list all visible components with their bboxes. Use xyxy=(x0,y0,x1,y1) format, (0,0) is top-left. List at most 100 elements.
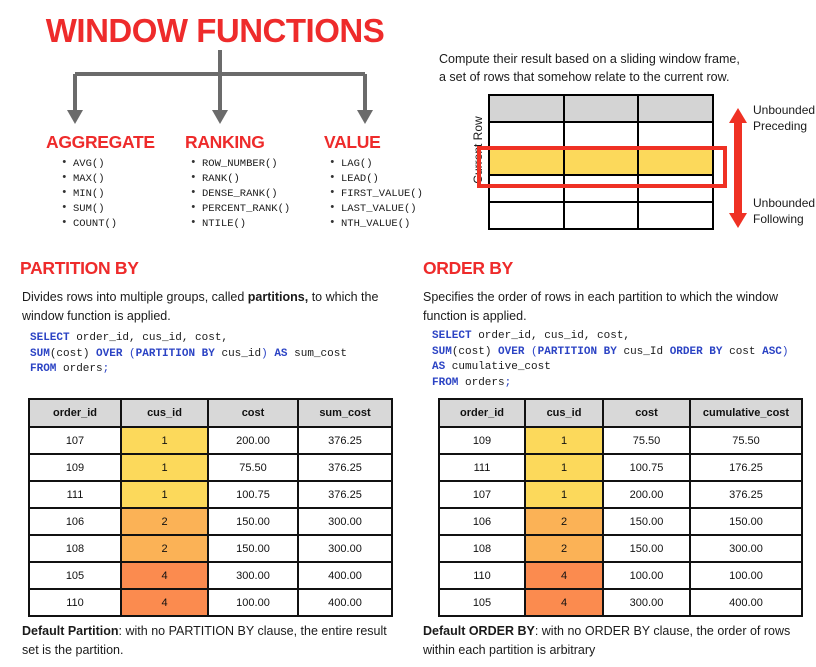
function-list-value: LAG() LEAD() FIRST_VALUE() LAST_VALUE() … xyxy=(324,156,423,232)
cell-cus-id: 4 xyxy=(524,561,604,590)
cell-order-id: 107 xyxy=(438,480,526,509)
description-order-by: Specifies the order of rows in each part… xyxy=(423,290,779,323)
cell-cus-id: 2 xyxy=(120,507,209,536)
cell-cost: 200.00 xyxy=(602,480,691,509)
cell-cus-id: 1 xyxy=(120,426,209,455)
footer-default-partition: Default Partition: with no PARTITION BY … xyxy=(22,622,392,660)
sql-keyword-from: FROM xyxy=(432,376,459,389)
cell-order-id: 111 xyxy=(438,453,526,482)
sql-keyword-select: SELECT xyxy=(30,332,70,344)
cell-order-id: 108 xyxy=(28,534,122,563)
list-item: SUM() xyxy=(46,201,155,217)
cell-cumulative-cost: 376.25 xyxy=(689,480,803,509)
grid-cell xyxy=(564,96,640,121)
cell-cus-id: 2 xyxy=(120,534,209,563)
sql-semicolon: ; xyxy=(504,376,512,389)
cell-cumulative-cost: 176.25 xyxy=(689,453,803,482)
sql-snippet-partition-by: SELECT order_id, cus_id, cost, SUM(cost)… xyxy=(30,332,347,375)
table-row: 107 1 200.00 376.25 xyxy=(438,480,803,509)
desc-partition-pre: Divides rows into multiple groups, calle… xyxy=(22,290,248,304)
list-item: NTILE() xyxy=(185,216,290,232)
heading-partition-by: PARTITION BY xyxy=(20,258,139,278)
cell-cost: 300.00 xyxy=(602,588,691,617)
frame-description-line-1: Compute their result based on a sliding … xyxy=(439,52,740,66)
sql-keyword-over: OVER xyxy=(96,347,123,360)
description-partition-by: Divides rows into multiple groups, calle… xyxy=(22,288,382,326)
category-title-ranking: RANKING xyxy=(185,132,265,152)
cell-cost: 100.00 xyxy=(602,561,691,590)
sql-keyword-as: AS xyxy=(432,361,446,373)
cell-order-id: 105 xyxy=(438,588,526,617)
cell-cumulative-cost: 300.00 xyxy=(689,534,803,563)
table-row: 105 4 300.00 400.00 xyxy=(28,561,393,590)
arrow-down-svg xyxy=(729,166,747,228)
sql-keyword-partition-by: PARTITION BY xyxy=(537,345,617,358)
cell-order-id: 106 xyxy=(28,507,122,536)
cell-cus-id: 1 xyxy=(524,453,604,482)
column-header-sum-cost: sum_cost xyxy=(297,398,393,428)
cell-cost: 150.00 xyxy=(602,534,691,563)
grid-cell xyxy=(565,122,640,148)
grid-cell xyxy=(490,203,565,228)
sql-keyword-partition-by: PARTITION BY xyxy=(135,347,215,360)
cell-sum-cost: 376.25 xyxy=(297,480,393,509)
list-item: DENSE_RANK() xyxy=(185,186,290,202)
cell-order-id: 105 xyxy=(28,561,122,590)
sql-paren-open: ( xyxy=(129,347,136,360)
list-item: PERCENT_RANK() xyxy=(185,201,290,217)
grid-cell xyxy=(490,96,565,121)
list-item: COUNT() xyxy=(46,216,155,232)
function-list-aggregate: AVG() MAX() MIN() SUM() COUNT() xyxy=(46,156,155,232)
label-unbounded-preceding: Unbounded Preceding xyxy=(753,103,816,133)
cell-cumulative-cost: 75.50 xyxy=(689,426,803,455)
table-row: 106 2 150.00 300.00 xyxy=(28,507,393,536)
cell-order-id: 110 xyxy=(28,588,122,617)
cell-cus-id: 1 xyxy=(524,426,604,455)
cell-cus-id: 1 xyxy=(524,480,604,509)
cell-cost: 300.00 xyxy=(207,561,299,590)
cell-cumulative-cost: 150.00 xyxy=(689,507,803,536)
sql-keyword-sum: SUM xyxy=(432,345,452,358)
footer-order-bold: Default ORDER BY xyxy=(423,624,535,638)
grid-cell xyxy=(490,122,565,148)
list-item: NTH_VALUE() xyxy=(324,216,423,232)
cell-sum-cost: 376.25 xyxy=(297,453,393,482)
cell-cost: 150.00 xyxy=(207,534,299,563)
table-row: 108 2 150.00 300.00 xyxy=(438,534,803,563)
table-row: 109 1 75.50 376.25 xyxy=(28,453,393,482)
grid-cell xyxy=(639,123,712,148)
column-header-cumulative-cost: cumulative_cost xyxy=(689,398,803,428)
list-item: LAST_VALUE() xyxy=(324,201,423,217)
cell-cus-id: 2 xyxy=(524,507,604,536)
grid-cell xyxy=(639,203,712,228)
table-row: 110 4 100.00 100.00 xyxy=(438,561,803,590)
table-row: 106 2 150.00 150.00 xyxy=(438,507,803,536)
list-item: ROW_NUMBER() xyxy=(185,156,290,172)
sql-keyword-from: FROM xyxy=(30,363,57,375)
frame-description-line-2: a set of rows that somehow relate to the… xyxy=(439,70,730,84)
cell-order-id: 109 xyxy=(438,426,526,455)
cell-cost: 150.00 xyxy=(602,507,691,536)
cell-cost: 200.00 xyxy=(207,426,299,455)
cell-cus-id: 4 xyxy=(120,588,209,617)
list-item: RANK() xyxy=(185,171,290,187)
table-header-row: order_id cus_id cost cumulative_cost xyxy=(438,398,803,428)
arrow-up-svg xyxy=(729,108,747,168)
cell-cus-id: 4 xyxy=(120,561,209,590)
cell-sum-cost: 400.00 xyxy=(297,561,393,590)
current-row-highlight-box xyxy=(477,146,727,188)
cell-order-id: 110 xyxy=(438,561,526,590)
list-item: LAG() xyxy=(324,156,423,172)
sql-keyword-sum: SUM xyxy=(30,347,50,360)
heading-order-by: ORDER BY xyxy=(423,258,513,278)
list-item: AVG() xyxy=(46,156,155,172)
category-ranking: RANKING ROW_NUMBER() RANK() DENSE_RANK()… xyxy=(185,132,290,232)
label-unbounded-following: Unbounded Following xyxy=(753,196,816,226)
column-header-cus-id: cus_id xyxy=(524,398,604,428)
grid-cell xyxy=(639,96,713,121)
list-item: MAX() xyxy=(46,171,155,187)
sql-keyword-over: OVER xyxy=(498,345,525,358)
cell-cus-id: 1 xyxy=(120,480,209,509)
cell-order-id: 108 xyxy=(438,534,526,563)
flow-connector-arrows xyxy=(45,50,395,132)
